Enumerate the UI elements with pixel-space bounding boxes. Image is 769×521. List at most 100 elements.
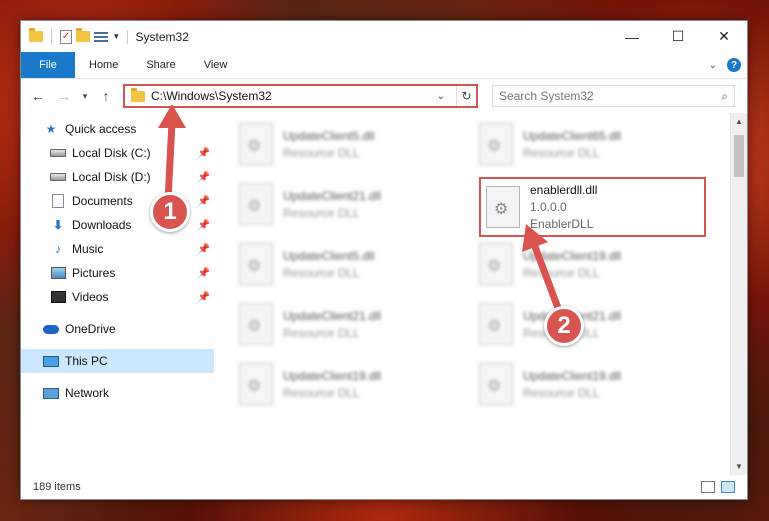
file-name: UpdateClient65.dll <box>523 128 622 143</box>
file-list: UpdateClient5.dll Resource DLL UpdateClie… <box>214 113 747 475</box>
music-icon: ♪ <box>55 242 61 256</box>
address-bar[interactable]: C:\Windows\System32 ⌄ ↻ <box>123 84 478 108</box>
nav-pictures[interactable]: Pictures 📌 <box>21 261 214 285</box>
scroll-down-icon[interactable]: ▼ <box>731 458 747 475</box>
pin-icon[interactable]: 📌 <box>198 148 210 159</box>
scroll-up-icon[interactable]: ▲ <box>731 113 747 130</box>
file-name: UpdateClient5.dll <box>283 128 375 143</box>
pin-icon[interactable]: 📌 <box>198 220 210 231</box>
list-item[interactable]: UpdateClient21.dll Resource DLL <box>239 179 464 229</box>
file-name: UpdateClient21.dll <box>283 188 382 203</box>
pin-icon[interactable]: 📌 <box>198 292 210 303</box>
nav-videos[interactable]: Videos 📌 <box>21 285 214 309</box>
window-title: System32 <box>126 29 189 44</box>
scrollbar-thumb[interactable] <box>734 135 744 177</box>
pin-icon[interactable]: 📌 <box>198 172 210 183</box>
close-button[interactable]: ✕ <box>701 21 747 52</box>
nav-label: Network <box>65 386 110 400</box>
pin-icon[interactable]: 📌 <box>198 268 210 279</box>
help-icon[interactable]: ? <box>727 58 741 72</box>
list-item[interactable]: UpdateClient5.dll Resource DLL <box>239 119 464 169</box>
callout-two: 2 <box>544 306 584 346</box>
dll-file-icon <box>239 123 273 165</box>
tab-file[interactable]: File <box>21 52 75 78</box>
list-item[interactable]: UpdateClient21.dll Resource DLL <box>239 299 464 349</box>
ribbon-tabs: File Home Share View ⌄ ? <box>21 52 747 79</box>
nav-label: Downloads <box>72 218 132 232</box>
file-description: EnablerDLL <box>530 217 594 231</box>
explorer-window: ✓ ▾ System32 — ☐ ✕ File Home Share View … <box>20 20 748 500</box>
view-toggle <box>701 481 735 493</box>
file-name: UpdateClient21.dll <box>283 308 382 323</box>
tab-share[interactable]: Share <box>132 52 189 78</box>
properties-check-icon[interactable]: ✓ <box>60 29 72 44</box>
pictures-icon <box>50 266 66 280</box>
onedrive-icon <box>43 322 59 336</box>
customize-icon[interactable] <box>94 31 108 43</box>
file-type: Resource DLL <box>283 265 360 280</box>
dll-file-icon <box>239 363 273 405</box>
folder-icon <box>29 28 43 42</box>
file-type: Resource DLL <box>283 205 360 220</box>
nav-quick-access[interactable]: ★ Quick access <box>21 117 214 141</box>
nav-music[interactable]: ♪ Music 📌 <box>21 237 214 261</box>
list-item[interactable]: UpdateClient5.dll Resource DLL <box>239 239 464 289</box>
nav-onedrive[interactable]: OneDrive <box>21 317 214 341</box>
address-path[interactable]: C:\Windows\System32 <box>151 89 426 103</box>
file-name: UpdateClient19.dll <box>283 368 382 383</box>
recent-locations-icon[interactable]: ▾ <box>79 85 91 107</box>
list-item[interactable]: UpdateClient19.dll Resource DLL <box>239 359 464 409</box>
nav-local-disk-c[interactable]: Local Disk (C:) 📌 <box>21 141 214 165</box>
enablerdll-file-item[interactable]: enablerdll.dll 1.0.0.0 EnablerDLL <box>479 177 706 237</box>
pin-icon[interactable]: 📌 <box>198 244 210 255</box>
nav-label: Pictures <box>72 266 116 280</box>
computer-icon <box>43 354 59 368</box>
maximize-button[interactable]: ☐ <box>655 21 701 52</box>
quick-access-toolbar: ✓ ▾ <box>29 28 119 45</box>
file-name: UpdateClient19.dll <box>523 248 622 263</box>
list-item[interactable]: UpdateClient19.dll Resource DLL <box>479 359 704 409</box>
nav-label: Documents <box>72 194 133 208</box>
tab-view[interactable]: View <box>190 52 242 78</box>
nav-label: Quick access <box>65 122 137 136</box>
file-type: Resource DLL <box>283 325 360 340</box>
drive-icon <box>50 170 66 184</box>
toolbar-dropdown-icon[interactable]: ▾ <box>114 31 119 42</box>
callout-one: 1 <box>150 192 190 232</box>
ribbon-right: ⌄ ? <box>709 52 747 78</box>
navigation-pane: ★ Quick access Local Disk (C:) 📌 Local D… <box>21 113 214 475</box>
tab-home[interactable]: Home <box>75 52 132 78</box>
large-icons-view-icon[interactable] <box>721 481 735 493</box>
file-type: Resource DLL <box>523 265 600 280</box>
up-button[interactable]: ↑ <box>95 85 117 107</box>
nav-label: This PC <box>65 354 108 368</box>
nav-label: OneDrive <box>65 322 116 336</box>
search-box[interactable]: ⌕ <box>492 85 735 107</box>
expand-ribbon-icon[interactable]: ⌄ <box>709 60 717 71</box>
search-input[interactable] <box>499 89 722 103</box>
new-folder-icon[interactable] <box>76 28 90 42</box>
vertical-scrollbar[interactable]: ▲ ▼ <box>730 113 747 475</box>
status-bar: 189 items <box>21 475 747 499</box>
nav-local-disk-d[interactable]: Local Disk (D:) 📌 <box>21 165 214 189</box>
dll-file-icon <box>239 183 273 225</box>
nav-network[interactable]: Network <box>21 381 214 405</box>
back-button[interactable]: ← <box>27 85 49 107</box>
address-dropdown-icon[interactable]: ⌄ <box>432 91 450 102</box>
nav-label: Local Disk (C:) <box>72 146 151 160</box>
star-icon: ★ <box>45 122 57 136</box>
pin-icon[interactable]: 📌 <box>198 196 210 207</box>
file-name: UpdateClient19.dll <box>523 368 622 383</box>
dll-file-icon <box>479 243 513 285</box>
dll-file-icon <box>479 303 513 345</box>
forward-button[interactable]: → <box>53 85 75 107</box>
details-view-icon[interactable] <box>701 481 715 493</box>
nav-this-pc[interactable]: This PC <box>21 349 214 373</box>
network-icon <box>43 386 59 400</box>
minimize-button[interactable]: — <box>609 21 655 52</box>
list-item[interactable]: UpdateClient65.dll Resource DLL <box>479 119 704 169</box>
list-item[interactable]: UpdateClient19.dll Resource DLL <box>479 239 704 289</box>
list-item[interactable]: UpdateClient21.dllResource DLL <box>479 299 704 349</box>
toolbar-divider <box>51 28 52 45</box>
refresh-icon[interactable]: ↻ <box>456 86 476 106</box>
